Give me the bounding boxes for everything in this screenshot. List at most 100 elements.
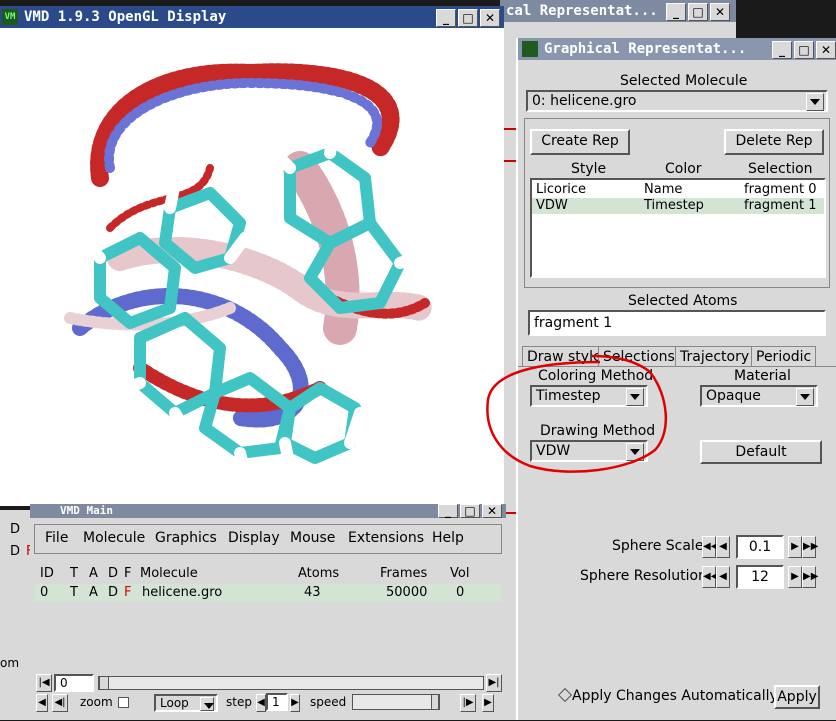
play-forward-button[interactable]: ▶ [482,694,494,712]
col-style: Style [571,161,607,177]
table-row[interactable]: 0 T A D F helicene.gro 43 50000 0 [34,584,502,602]
col-frames: Frames [380,566,428,581]
main-maximize-button[interactable]: □ [460,504,480,518]
col-a: A [89,566,98,581]
opengl-display-window: VM VMD 1.9.3 OpenGL Display _ □ ✕ [0,6,504,506]
col-vol: Vol [450,566,470,581]
molecule-viewport[interactable] [0,28,504,506]
graphical-representations-window: Graphical Representat... _ □ ✕ Selected … [516,38,836,720]
col-selection: Selection [748,161,813,177]
list-item[interactable]: VDW Timestep fragment 1 [532,198,824,214]
row-molecule: helicene.gro [142,585,223,600]
apply-button[interactable]: Apply [774,685,820,709]
step-down-button[interactable]: ◀ [256,694,266,712]
graphics-minimize-button[interactable]: _ [772,41,792,59]
sphere-scale-label: Sphere Scale [612,538,704,554]
main-minimize-button[interactable]: _ [438,504,458,518]
row-id: 0 [40,585,49,600]
play-reverse-button[interactable]: ◀ [36,694,48,712]
molecule-list: ID T A D F Molecule Atoms Frames Vol 0 T… [34,562,502,670]
tab-selections[interactable]: Selections [598,346,680,367]
chevron-down-icon [626,443,644,461]
vmd-main-window: VMD Main _ □ ✕ File Molecule Graphics Di… [30,504,506,720]
menu-display[interactable]: Display [228,530,280,546]
create-rep-button[interactable]: Create Rep [530,129,630,155]
menu-graphics[interactable]: Graphics [155,530,217,546]
bg-close-button[interactable]: ✕ [710,3,730,21]
step-up-button[interactable]: ▶ [290,694,300,712]
rep-color: Name [644,182,683,197]
bg-minimize-button[interactable]: _ [666,3,686,21]
reps-list[interactable]: Licorice Name fragment 0 VDW Timestep fr… [530,178,826,278]
main-titlebar: VMD Main [30,504,506,518]
sphere-resolution-inc-fast[interactable]: ▶▶ [802,566,818,588]
tab-periodic[interactable]: Periodic [751,346,817,367]
rep-style: VDW [536,198,568,213]
tab-draw-style[interactable]: Draw style [522,346,607,367]
menu-extensions[interactable]: Extensions [348,530,424,546]
speed-label: speed [310,695,347,709]
left-d-label: D [10,522,21,537]
speed-slider[interactable] [352,694,440,710]
list-item[interactable]: Licorice Name fragment 0 [532,182,824,198]
material-select[interactable]: Opaque [700,385,818,407]
frame-slider[interactable] [98,676,484,690]
sphere-scale-dec-fast[interactable]: ◀◀ [702,536,718,558]
graphics-maximize-button[interactable]: □ [794,41,814,59]
bg-maximize-button[interactable]: □ [688,3,708,21]
left-partial-window: D D F om [0,510,34,720]
main-title: VMD Main [60,504,113,517]
display-maximize-button[interactable]: □ [458,9,478,27]
graphics-title: Graphical Representat... [544,41,747,57]
sphere-resolution-input[interactable]: 12 [736,565,784,589]
frame-slider-handle[interactable] [99,676,109,690]
goto-end-button[interactable]: ▶| [486,674,502,692]
display-close-button[interactable]: ✕ [480,9,500,27]
default-button[interactable]: Default [700,440,822,464]
rep-color: Timestep [644,198,704,213]
row-d[interactable]: D [108,585,118,600]
left-d-label-2: D [10,544,21,559]
sphere-scale-input[interactable]: 0.1 [736,535,784,559]
left-zoom-label: om [0,656,20,670]
menu-file[interactable]: File [45,530,68,546]
sphere-resolution-dec[interactable]: ◀ [716,566,730,588]
col-d: D [108,566,119,581]
tab-trajectory[interactable]: Trajectory [675,346,755,367]
rep-selection: fragment 0 [744,182,817,197]
step-back-button[interactable]: ◀| [52,694,68,712]
frame-input[interactable]: 0 [54,674,94,692]
col-id: ID [40,566,54,581]
main-close-button[interactable]: ✕ [482,504,502,518]
row-f[interactable]: F [124,585,131,600]
step-forward-button[interactable]: |▶ [460,694,476,712]
delete-rep-button[interactable]: Delete Rep [724,129,824,155]
display-minimize-button[interactable]: _ [436,9,456,27]
sphere-resolution-dec-fast[interactable]: ◀◀ [702,566,718,588]
zoom-checkbox[interactable] [118,697,129,708]
chevron-down-icon [626,388,644,406]
menu-mouse[interactable]: Mouse [290,530,335,546]
animation-controls: |◀ 0 ▶| ◀ ◀| zoom Loop step ◀ 1 ▶ speed … [34,674,504,718]
molecule-select[interactable]: 0: helicene.gro [526,90,828,112]
row-a[interactable]: A [89,585,98,600]
sphere-resolution-inc[interactable]: ▶ [788,566,802,588]
sphere-scale-dec[interactable]: ◀ [716,536,730,558]
graphics-close-button[interactable]: ✕ [816,41,836,59]
sphere-scale-inc-fast[interactable]: ▶▶ [802,536,818,558]
selected-atoms-label: Selected Atoms [628,293,738,309]
coloring-method-select[interactable]: Timestep [530,385,648,407]
selected-atoms-input[interactable]: fragment 1 [528,310,826,336]
menu-molecule[interactable]: Molecule [83,530,145,546]
goto-start-button[interactable]: |◀ [36,674,52,692]
apply-auto-label[interactable]: Apply Changes Automatically [572,688,778,704]
row-t[interactable]: T [70,585,78,600]
drawing-method-select[interactable]: VDW [530,440,648,462]
bg-title: cal Representat... [506,3,658,19]
speed-slider-handle[interactable] [431,694,439,710]
menu-help[interactable]: Help [432,530,464,546]
loop-select[interactable]: Loop [154,694,218,712]
sphere-scale-inc[interactable]: ▶ [788,536,802,558]
step-input[interactable]: 1 [266,693,288,711]
drawing-method-label: Drawing Method [540,423,656,439]
